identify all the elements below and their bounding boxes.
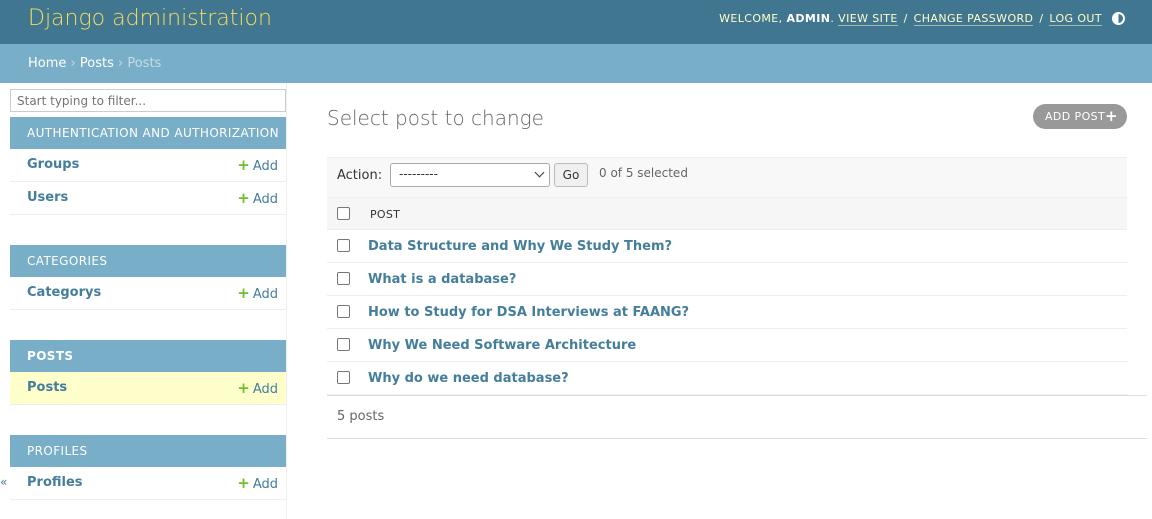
add-groups-button[interactable]: + Add — [237, 149, 278, 183]
breadcrumb-current: Posts — [127, 56, 162, 71]
selection-counter: 0 of 5 selected — [599, 166, 688, 180]
row-checkbox[interactable] — [337, 338, 350, 351]
nav-sidebar: AUTHENTICATION AND AUTHORIZATION Groups … — [10, 89, 286, 519]
breadcrumb: Home › Posts › Posts — [0, 44, 1152, 83]
model-link[interactable]: Posts — [27, 380, 67, 395]
plus-icon: + — [237, 156, 250, 174]
username: ADMIN — [786, 12, 831, 25]
log-out-link[interactable]: LOG OUT — [1049, 12, 1102, 26]
page-title: Select post to change — [327, 106, 544, 130]
sidebar-item-posts: Posts + Add — [10, 372, 286, 405]
action-select-value: --------- — [399, 167, 438, 181]
plus-icon: + — [237, 189, 250, 207]
plus-icon: + — [237, 474, 250, 492]
sidebar-item-profiles: Profiles + Add — [10, 467, 286, 500]
module-profiles: PROFILES Profiles + Add — [10, 435, 286, 500]
sidebar-item-categorys: Categorys + Add — [10, 277, 286, 310]
toggle-nav-sidebar-button[interactable]: « — [0, 475, 7, 489]
module-caption[interactable]: CATEGORIES — [10, 245, 286, 277]
plus-icon: + — [1105, 107, 1118, 125]
add-label: Add — [252, 192, 278, 207]
model-link[interactable]: Profiles — [27, 475, 83, 490]
add-categorys-button[interactable]: + Add — [237, 277, 278, 311]
add-label: Add — [252, 159, 278, 174]
sidebar-item-users: Users + Add — [10, 182, 286, 215]
breadcrumb-separator: › — [118, 56, 124, 71]
module-caption[interactable]: AUTHENTICATION AND AUTHORIZATION — [10, 117, 286, 149]
plus-icon: + — [237, 284, 250, 302]
module-caption[interactable]: PROFILES — [10, 435, 286, 467]
row-checkbox[interactable] — [337, 239, 350, 252]
nav-filter-input[interactable] — [10, 89, 286, 112]
theme-toggle-icon[interactable] — [1112, 12, 1125, 25]
sidebar-divider — [286, 83, 287, 519]
separator: / — [1039, 12, 1044, 25]
breadcrumb-home[interactable]: Home — [28, 56, 66, 71]
user-tools: WELCOME, ADMIN. VIEW SITE / CHANGE PASSW… — [719, 12, 1102, 26]
table-row: Why We Need Software Architecture — [327, 329, 1127, 362]
row-checkbox[interactable] — [337, 272, 350, 285]
paginator: 5 posts — [327, 395, 1147, 439]
add-users-button[interactable]: + Add — [237, 182, 278, 216]
table-row: How to Study for DSA Interviews at FAANG… — [327, 296, 1127, 329]
table-row: What is a database? — [327, 263, 1127, 296]
select-all-checkbox[interactable] — [337, 207, 350, 220]
add-posts-button[interactable]: + Add — [237, 372, 278, 406]
add-label: Add — [252, 287, 278, 302]
row-checkbox[interactable] — [337, 371, 350, 384]
model-link[interactable]: Users — [27, 190, 68, 205]
row-checkbox[interactable] — [337, 305, 350, 318]
breadcrumb-app[interactable]: Posts — [80, 56, 114, 71]
module-auth: AUTHENTICATION AND AUTHORIZATION Groups … — [10, 117, 286, 215]
sidebar-item-groups: Groups + Add — [10, 149, 286, 182]
post-link[interactable]: Why do we need database? — [368, 371, 569, 386]
column-header-post[interactable]: POST — [370, 208, 400, 221]
module-caption[interactable]: POSTS — [10, 340, 286, 372]
change-password-link[interactable]: CHANGE PASSWORD — [913, 12, 1034, 26]
breadcrumb-separator: › — [70, 56, 76, 71]
view-site-link[interactable]: VIEW SITE — [838, 12, 898, 26]
add-label: Add — [252, 382, 278, 397]
post-link[interactable]: How to Study for DSA Interviews at FAANG… — [368, 305, 689, 320]
add-post-label: ADD POST — [1045, 110, 1106, 123]
model-link[interactable]: Categorys — [27, 285, 101, 300]
plus-icon: + — [237, 379, 250, 397]
welcome-text: WELCOME, — [719, 12, 783, 25]
add-profiles-button[interactable]: + Add — [237, 467, 278, 501]
site-header: Django administration WELCOME, ADMIN. VI… — [0, 0, 1152, 44]
model-link[interactable]: Groups — [27, 157, 79, 172]
go-button[interactable]: Go — [554, 163, 588, 187]
result-list: POST Data Structure and Why We Study The… — [327, 197, 1127, 395]
add-post-button[interactable]: ADD POST + — [1033, 104, 1127, 129]
module-posts: POSTS Posts + Add — [10, 340, 286, 405]
post-link[interactable]: Why We Need Software Architecture — [368, 338, 636, 353]
site-brand-link[interactable]: Django administration — [28, 6, 272, 31]
table-header: POST — [327, 197, 1127, 230]
action-label: Action: — [337, 168, 383, 183]
post-link[interactable]: What is a database? — [368, 272, 516, 287]
table-row: Data Structure and Why We Study Them? — [327, 230, 1127, 263]
table-row: Why do we need database? — [327, 362, 1127, 395]
action-select[interactable]: --------- — [390, 163, 550, 187]
post-link[interactable]: Data Structure and Why We Study Them? — [368, 239, 672, 254]
add-label: Add — [252, 477, 278, 492]
chevron-down-icon — [534, 167, 545, 178]
module-categories: CATEGORIES Categorys + Add — [10, 245, 286, 310]
separator: / — [903, 12, 908, 25]
actions-bar: Action: --------- Go 0 of 5 selected — [327, 157, 1127, 197]
